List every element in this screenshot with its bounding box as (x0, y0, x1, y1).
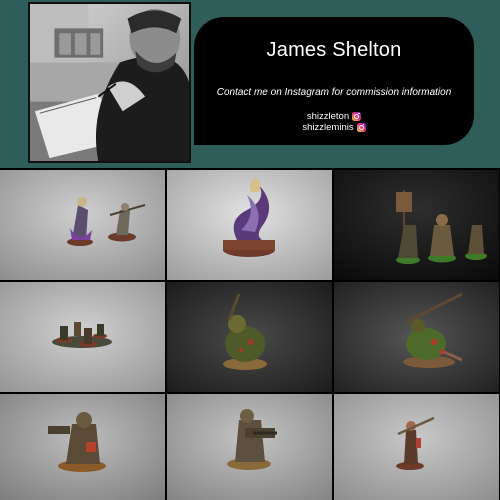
instagram-link-shizzleton[interactable]: shizzleton (307, 111, 349, 122)
handle-row-shizzleminis: shizzleminis (194, 122, 474, 133)
handle-row-shizzleton: shizzleton (194, 111, 474, 122)
artist-portrait-photo (28, 2, 191, 163)
gallery-photo[interactable] (334, 394, 499, 500)
gallery-photo[interactable] (334, 282, 499, 392)
gallery-photo[interactable] (167, 394, 332, 500)
gallery-photo[interactable] (167, 282, 332, 392)
instagram-icon[interactable] (352, 112, 362, 121)
gallery-photo[interactable] (0, 170, 165, 280)
instagram-handles: shizzleton shizzleminis (194, 111, 474, 133)
gallery-photo[interactable] (0, 394, 165, 500)
commission-tagline: Contact me on Instagram for commission i… (216, 87, 452, 98)
instagram-link-shizzleminis[interactable]: shizzleminis (302, 122, 353, 133)
gallery-photo[interactable] (167, 170, 332, 280)
gallery-photo[interactable] (0, 282, 165, 392)
instagram-icon[interactable] (356, 123, 366, 132)
gallery-photo[interactable] (334, 170, 499, 280)
portfolio-page: James Shelton Contact me on Instagram fo… (0, 0, 500, 500)
artist-name: James Shelton (266, 39, 402, 61)
miniature-gallery (0, 170, 500, 500)
profile-info-card: James Shelton Contact me on Instagram fo… (194, 17, 474, 145)
profile-header: James Shelton Contact me on Instagram fo… (0, 0, 500, 168)
